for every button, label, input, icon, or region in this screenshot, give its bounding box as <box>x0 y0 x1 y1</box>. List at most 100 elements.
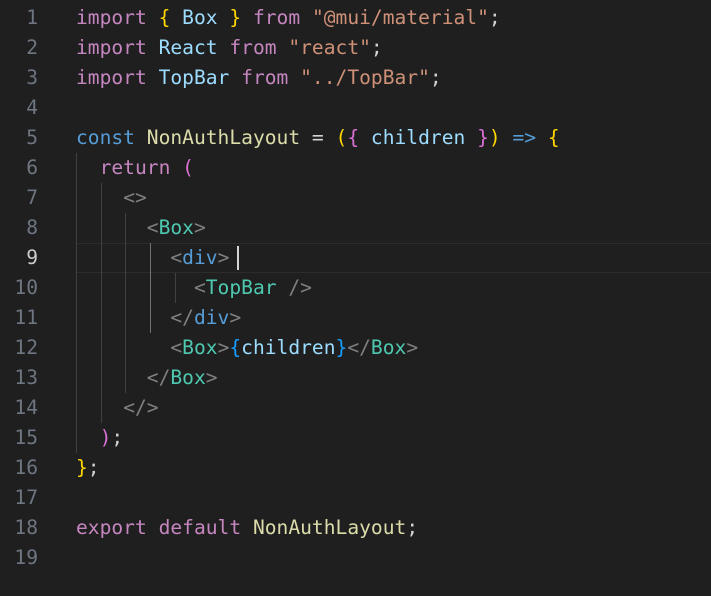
code-text: ); <box>76 423 124 453</box>
code-text: <> <box>76 183 147 213</box>
code-token: } <box>335 336 348 359</box>
code-token: > <box>217 246 230 269</box>
line-number: 13 <box>14 366 38 389</box>
code-token: from <box>241 66 289 89</box>
code-token: /> <box>288 276 312 299</box>
code-token: div <box>193 306 230 329</box>
code-line[interactable]: 3 import TopBar from "../TopBar"; <box>0 63 711 93</box>
code-token: ( <box>335 126 348 149</box>
code-line[interactable]: 18 export default NonAuthLayout; <box>0 513 711 543</box>
code-token: children <box>370 126 466 149</box>
code-line[interactable]: 15 ); <box>0 423 711 453</box>
line-number: 19 <box>14 546 38 569</box>
code-line[interactable]: 6 return ( <box>0 153 711 183</box>
line-number: 10 <box>14 276 38 299</box>
code-line[interactable]: 7 <> <box>0 183 711 213</box>
line-number: 5 <box>26 126 38 149</box>
code-line[interactable]: 16}; <box>0 453 711 483</box>
code-token: => <box>512 126 537 149</box>
code-token: import <box>76 6 147 29</box>
code-line[interactable]: 12 <Box>{children}</Box> <box>0 333 711 363</box>
code-line[interactable]: 11 </div> <box>0 303 711 333</box>
code-token: from <box>229 36 277 59</box>
code-token: ; <box>429 66 442 89</box>
code-line[interactable]: 5 const NonAuthLayout = ({ children }) =>… <box>0 123 711 153</box>
indent-guide <box>175 273 176 303</box>
code-line[interactable]: 13 </Box> <box>0 363 711 393</box>
code-line[interactable]: 2 import React from "react"; <box>0 33 711 63</box>
code-token: TopBar <box>158 66 230 89</box>
line-number: 3 <box>26 66 38 89</box>
code-text: <TopBar /> <box>76 273 312 303</box>
code-token: children <box>241 336 336 359</box>
code-token: ) <box>99 426 112 449</box>
code-token: import <box>76 36 147 59</box>
code-line[interactable]: 9 <div> <box>0 243 711 273</box>
line-number: 8 <box>26 216 38 239</box>
line-number: 6 <box>26 156 38 179</box>
indent-guide <box>101 183 102 423</box>
code-token: { <box>347 126 360 149</box>
code-line[interactable]: 10 <TopBar /> <box>0 273 711 303</box>
code-token: ; <box>370 36 383 59</box>
code-token: Box <box>182 6 218 29</box>
code-token: ; <box>406 516 419 539</box>
line-number: 14 <box>14 396 38 419</box>
code-token: export <box>76 516 147 539</box>
code-line[interactable]: 17 <box>0 483 711 513</box>
code-token: < <box>170 336 183 359</box>
code-token: Box <box>158 216 194 239</box>
code-token: { <box>158 6 171 29</box>
code-line[interactable]: 14 </> <box>0 393 711 423</box>
line-number: 7 <box>26 186 38 209</box>
code-token: Box <box>182 336 218 359</box>
line-number: 12 <box>14 336 38 359</box>
code-line[interactable]: 19 <box>0 543 711 573</box>
code-token: </ <box>170 306 194 329</box>
code-token: ; <box>111 426 124 449</box>
code-editor[interactable]: 1 import { Box } from "@mui/material"; 2 im… <box>0 0 711 596</box>
line-number: 9 <box>26 246 38 269</box>
line-number: 17 <box>14 486 38 509</box>
code-token: } <box>477 126 489 149</box>
code-line[interactable]: 8 <Box> <box>0 213 711 243</box>
code-token: from <box>252 6 301 29</box>
code-text: import { Box } from "@mui/material"; <box>76 3 501 33</box>
code-token: Box <box>370 336 407 359</box>
line-number: 1 <box>26 6 38 29</box>
code-text: }; <box>76 453 100 483</box>
code-text: </> <box>76 393 159 423</box>
code-token: > <box>205 366 218 389</box>
code-text: <Box>{children}</Box> <box>76 333 418 363</box>
code-text: import React from "react"; <box>76 33 383 63</box>
code-line[interactable]: 1 import { Box } from "@mui/material"; <box>0 3 711 33</box>
code-token: "react" <box>288 36 371 59</box>
code-token: </ <box>146 366 171 389</box>
line-number: 4 <box>26 96 38 119</box>
indent-guide <box>125 213 126 393</box>
code-token: </ <box>347 336 371 359</box>
line-number: 15 <box>14 426 38 449</box>
code-line[interactable]: 4 <box>0 93 711 123</box>
code-token: </> <box>123 396 159 419</box>
code-text: <Box> <box>76 213 206 243</box>
